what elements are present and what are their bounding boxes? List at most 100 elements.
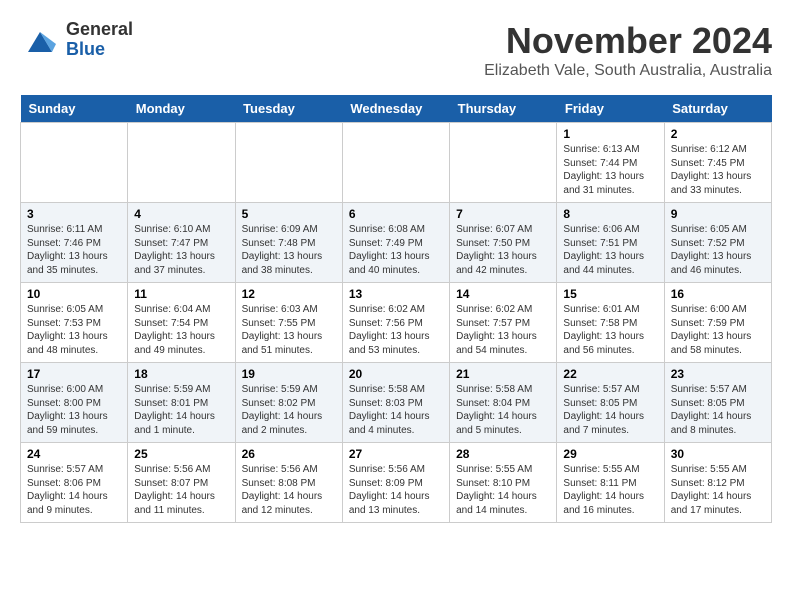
day-info: Sunrise: 6:03 AMSunset: 7:55 PMDaylight:… [242, 303, 336, 357]
calendar-cell: 25 Sunrise: 5:56 AMSunset: 8:07 PMDayligh… [128, 443, 235, 523]
day-number: 16 [671, 287, 765, 301]
calendar-cell: 8 Sunrise: 6:06 AMSunset: 7:51 PMDaylight… [557, 203, 664, 283]
calendar-header: SundayMondayTuesdayWednesdayThursdayFrid… [21, 95, 772, 123]
day-info: Sunrise: 5:55 AMSunset: 8:10 PMDaylight:… [456, 463, 550, 517]
day-info: Sunrise: 5:59 AMSunset: 8:02 PMDaylight:… [242, 383, 336, 437]
day-info: Sunrise: 5:57 AMSunset: 8:05 PMDaylight:… [563, 383, 657, 437]
day-info: Sunrise: 6:00 AMSunset: 7:59 PMDaylight:… [671, 303, 765, 357]
day-number: 20 [349, 367, 443, 381]
calendar-cell: 20Sunrise: 5:58 AMSunset: 8:03 PMDayligh… [342, 363, 449, 443]
day-info: Sunrise: 6:13 AMSunset: 7:44 PMDaylight:… [563, 143, 657, 197]
weekday-header-saturday: Saturday [664, 95, 771, 123]
weekday-header-wednesday: Wednesday [342, 95, 449, 123]
calendar-cell: 19 Sunrise: 5:59 AMSunset: 8:02 PMDayligh… [235, 363, 342, 443]
logo: General Blue [20, 20, 133, 60]
weekday-header-sunday: Sunday [21, 95, 128, 123]
day-info: Sunrise: 6:05 AMSunset: 7:52 PMDaylight:… [671, 223, 765, 277]
day-number: 7 [456, 207, 550, 221]
calendar-cell: 9 Sunrise: 6:05 AMSunset: 7:52 PMDaylight… [664, 203, 771, 283]
day-info: Sunrise: 6:02 AMSunset: 7:56 PMDaylight:… [349, 303, 443, 357]
calendar-cell: 14 Sunrise: 6:02 AMSunset: 7:57 PMDayligh… [450, 283, 557, 363]
day-number: 21 [456, 367, 550, 381]
calendar-cell: 5 Sunrise: 6:09 AMSunset: 7:48 PMDaylight… [235, 203, 342, 283]
calendar-cell: 17Sunrise: 6:00 AMSunset: 8:00 PMDayligh… [21, 363, 128, 443]
day-info: Sunrise: 5:56 AMSunset: 8:07 PMDaylight:… [134, 463, 228, 517]
calendar-cell: 3 Sunrise: 6:11 AMSunset: 7:46 PMDaylight… [21, 203, 128, 283]
calendar-cell: 11 Sunrise: 6:04 AMSunset: 7:54 PMDayligh… [128, 283, 235, 363]
day-number: 3 [27, 207, 121, 221]
day-number: 27 [349, 447, 443, 461]
day-info: Sunrise: 6:12 AMSunset: 7:45 PMDaylight:… [671, 143, 765, 197]
calendar-cell: 28Sunrise: 5:55 AMSunset: 8:10 PMDayligh… [450, 443, 557, 523]
day-number: 6 [349, 207, 443, 221]
day-number: 10 [27, 287, 121, 301]
day-number: 13 [349, 287, 443, 301]
day-info: Sunrise: 6:04 AMSunset: 7:54 PMDaylight:… [134, 303, 228, 357]
day-info: Sunrise: 6:11 AMSunset: 7:46 PMDaylight:… [27, 223, 121, 277]
day-info: Sunrise: 5:56 AMSunset: 8:09 PMDaylight:… [349, 463, 443, 517]
logo-general: General [66, 20, 133, 40]
day-number: 11 [134, 287, 228, 301]
calendar-cell: 15Sunrise: 6:01 AMSunset: 7:58 PMDayligh… [557, 283, 664, 363]
calendar-cell [128, 123, 235, 203]
calendar-cell: 7 Sunrise: 6:07 AMSunset: 7:50 PMDaylight… [450, 203, 557, 283]
calendar-week-1: 1 Sunrise: 6:13 AMSunset: 7:44 PMDaylight… [21, 123, 772, 203]
calendar-cell [342, 123, 449, 203]
day-number: 9 [671, 207, 765, 221]
day-number: 25 [134, 447, 228, 461]
calendar-cell: 22 Sunrise: 5:57 AMSunset: 8:05 PMDayligh… [557, 363, 664, 443]
day-number: 12 [242, 287, 336, 301]
calendar-cell: 29 Sunrise: 5:55 AMSunset: 8:11 PMDayligh… [557, 443, 664, 523]
calendar-cell: 21 Sunrise: 5:58 AMSunset: 8:04 PMDayligh… [450, 363, 557, 443]
day-info: Sunrise: 6:00 AMSunset: 8:00 PMDaylight:… [27, 383, 121, 437]
day-info: Sunrise: 5:55 AMSunset: 8:11 PMDaylight:… [563, 463, 657, 517]
calendar-cell: 18 Sunrise: 5:59 AMSunset: 8:01 PMDayligh… [128, 363, 235, 443]
calendar-week-4: 17Sunrise: 6:00 AMSunset: 8:00 PMDayligh… [21, 363, 772, 443]
calendar-cell: 26Sunrise: 5:56 AMSunset: 8:08 PMDayligh… [235, 443, 342, 523]
calendar-cell: 10Sunrise: 6:05 AMSunset: 7:53 PMDayligh… [21, 283, 128, 363]
day-info: Sunrise: 6:08 AMSunset: 7:49 PMDaylight:… [349, 223, 443, 277]
calendar-cell: 30Sunrise: 5:55 AMSunset: 8:12 PMDayligh… [664, 443, 771, 523]
day-number: 8 [563, 207, 657, 221]
calendar-cell: 1 Sunrise: 6:13 AMSunset: 7:44 PMDaylight… [557, 123, 664, 203]
day-number: 4 [134, 207, 228, 221]
day-number: 2 [671, 127, 765, 141]
calendar-week-5: 24Sunrise: 5:57 AMSunset: 8:06 PMDayligh… [21, 443, 772, 523]
day-number: 19 [242, 367, 336, 381]
month-title: November 2024 [484, 20, 772, 62]
weekday-header-thursday: Thursday [450, 95, 557, 123]
day-info: Sunrise: 6:02 AMSunset: 7:57 PMDaylight:… [456, 303, 550, 357]
day-number: 14 [456, 287, 550, 301]
day-number: 22 [563, 367, 657, 381]
calendar-cell: 16 Sunrise: 6:00 AMSunset: 7:59 PMDayligh… [664, 283, 771, 363]
calendar-cell: 24Sunrise: 5:57 AMSunset: 8:06 PMDayligh… [21, 443, 128, 523]
title-section: November 2024 Elizabeth Vale, South Aust… [484, 20, 772, 80]
calendar-cell: 6 Sunrise: 6:08 AMSunset: 7:49 PMDaylight… [342, 203, 449, 283]
day-number: 18 [134, 367, 228, 381]
logo-text: General Blue [66, 20, 133, 60]
day-number: 29 [563, 447, 657, 461]
weekday-header-row: SundayMondayTuesdayWednesdayThursdayFrid… [21, 95, 772, 123]
day-number: 5 [242, 207, 336, 221]
weekday-header-friday: Friday [557, 95, 664, 123]
location-subtitle: Elizabeth Vale, South Australia, Austral… [484, 62, 772, 80]
calendar-cell: 23 Sunrise: 5:57 AMSunset: 8:05 PMDayligh… [664, 363, 771, 443]
day-info: Sunrise: 6:07 AMSunset: 7:50 PMDaylight:… [456, 223, 550, 277]
calendar-cell [21, 123, 128, 203]
calendar-body: 1 Sunrise: 6:13 AMSunset: 7:44 PMDaylight… [21, 123, 772, 523]
day-info: Sunrise: 5:58 AMSunset: 8:04 PMDaylight:… [456, 383, 550, 437]
header: General Blue November 2024 Elizabeth Val… [20, 20, 772, 80]
day-info: Sunrise: 5:57 AMSunset: 8:06 PMDaylight:… [27, 463, 121, 517]
day-info: Sunrise: 6:09 AMSunset: 7:48 PMDaylight:… [242, 223, 336, 277]
calendar-week-3: 10Sunrise: 6:05 AMSunset: 7:53 PMDayligh… [21, 283, 772, 363]
day-info: Sunrise: 5:57 AMSunset: 8:05 PMDaylight:… [671, 383, 765, 437]
day-info: Sunrise: 6:01 AMSunset: 7:58 PMDaylight:… [563, 303, 657, 357]
calendar-cell: 4Sunrise: 6:10 AMSunset: 7:47 PMDaylight… [128, 203, 235, 283]
day-info: Sunrise: 5:59 AMSunset: 8:01 PMDaylight:… [134, 383, 228, 437]
day-info: Sunrise: 5:56 AMSunset: 8:08 PMDaylight:… [242, 463, 336, 517]
weekday-header-monday: Monday [128, 95, 235, 123]
logo-blue: Blue [66, 40, 133, 60]
day-number: 1 [563, 127, 657, 141]
day-info: Sunrise: 6:06 AMSunset: 7:51 PMDaylight:… [563, 223, 657, 277]
day-number: 23 [671, 367, 765, 381]
